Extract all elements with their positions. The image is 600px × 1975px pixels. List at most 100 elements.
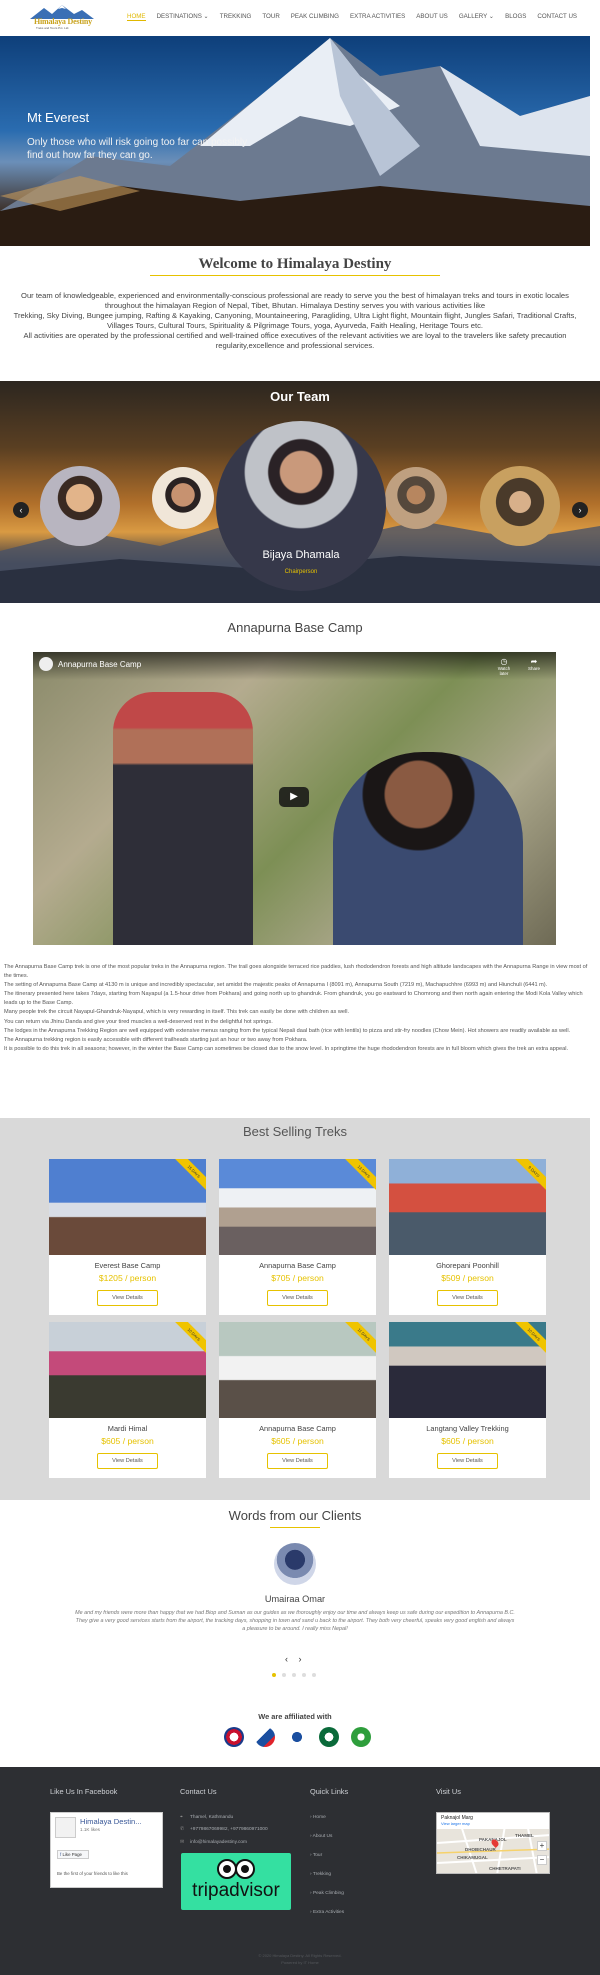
trek-image[interactable]: 13 DAYS	[219, 1159, 376, 1255]
view-details-button[interactable]: View Details	[267, 1453, 328, 1469]
abc-title: Annapurna Base Camp	[227, 620, 363, 635]
play-button[interactable]: ▶	[279, 787, 309, 807]
nav-home[interactable]: HOME	[127, 13, 146, 21]
team-member-photo[interactable]	[480, 466, 560, 546]
quick-link-label: Tour	[312, 1853, 323, 1858]
nav-gallery[interactable]: GALLERY ⌄	[459, 13, 494, 21]
nav-destinations[interactable]: DESTINATIONS ⌄	[157, 13, 209, 21]
map-zoom-out-button[interactable]: −	[537, 1855, 547, 1865]
quick-link-extra-activities[interactable]: › Extra Activities	[310, 1910, 344, 1915]
carousel-dot[interactable]	[282, 1673, 286, 1677]
site-footer: Like Us In Facebook Himalaya Destin... 1…	[0, 1767, 600, 1975]
map-label: DHOBICHAUR	[465, 1847, 496, 1852]
team-prev-button[interactable]: ‹	[13, 502, 29, 518]
channel-avatar[interactable]	[39, 657, 53, 671]
abc-paragraph: You can return via Jhinu Danda and give …	[4, 1018, 273, 1025]
carousel-dot[interactable]	[302, 1673, 306, 1677]
carousel-dot[interactable]	[312, 1673, 316, 1677]
team-member-photo[interactable]	[385, 467, 447, 529]
view-details-button[interactable]: View Details	[267, 1290, 328, 1306]
quick-link-trekking[interactable]: › Trekking	[310, 1872, 331, 1877]
quick-link-peak-climbing[interactable]: › Peak Climbing	[310, 1891, 344, 1896]
team-member-photo[interactable]	[152, 467, 214, 529]
testimonial-prev-button[interactable]: ‹	[285, 1654, 288, 1664]
nav-about-us[interactable]: ABOUT US	[416, 13, 448, 21]
carousel-dot[interactable]	[292, 1673, 296, 1677]
facebook-like-label: Like Page	[62, 1852, 82, 1857]
share-icon: ➦	[530, 657, 538, 666]
view-details-button[interactable]: View Details	[97, 1453, 158, 1469]
hero-title: Mt Everest	[27, 110, 90, 125]
abc-paragraph: The Annapurna Base Camp trek is one of t…	[4, 964, 588, 980]
facebook-like-button[interactable]: f Like Page	[57, 1850, 89, 1859]
team-member-photo-featured[interactable]	[216, 421, 386, 591]
welcome-paragraph: All activities are operated by the profe…	[23, 331, 567, 350]
quick-link-tour[interactable]: › Tour	[310, 1853, 322, 1858]
share-button[interactable]: ➦ Share	[523, 657, 545, 671]
team-member-name: Bijaya Dhamala	[262, 549, 340, 561]
map-label: CHIKAMUGAL	[457, 1855, 488, 1860]
quick-link-home[interactable]: › Home	[310, 1815, 326, 1820]
trek-image[interactable]: 15 DAYS	[49, 1159, 206, 1255]
days-ribbon: 9 DAYS	[512, 1159, 546, 1194]
quick-link-label: Peak Climbing	[312, 1891, 344, 1896]
map-label: CHHETRAPATI	[489, 1866, 521, 1871]
trek-card[interactable]: 15 DAYS Everest Base Camp $1205 / person…	[49, 1159, 206, 1315]
trek-image[interactable]: 11 DAYS	[219, 1322, 376, 1418]
tripadvisor-badge[interactable]: tripadvisor	[181, 1853, 291, 1910]
trek-name: Langtang Valley Trekking	[426, 1424, 509, 1433]
best-selling-title: Best Selling Treks	[242, 1124, 348, 1139]
client-name: Umairaa Omar	[264, 1594, 326, 1604]
facebook-widget[interactable]: Himalaya Destin... 1.1K likes f Like Pag…	[50, 1812, 163, 1888]
trek-price: $1205 / person	[98, 1273, 157, 1283]
facebook-first-friend-text: Be the first of your friends to like thi…	[57, 1871, 128, 1876]
view-details-button[interactable]: View Details	[437, 1290, 498, 1306]
facebook-page-name[interactable]: Himalaya Destin...	[80, 1817, 142, 1826]
powered-by-text: Powered by IT Home	[281, 1960, 319, 1965]
trek-image[interactable]: 10 DAYS	[49, 1322, 206, 1418]
trek-card[interactable]: 13 DAYS Annapurna Base Camp $705 / perso…	[219, 1159, 376, 1315]
hero-banner: Mt Everest Only those who will risk goin…	[0, 36, 590, 246]
welcome-text: Our team of knowledgeable, experienced a…	[6, 291, 584, 351]
contact-email[interactable]: ✉ info@himalayadestiny.com	[180, 1840, 247, 1845]
nav-trekking[interactable]: TREKKING	[220, 13, 252, 21]
trek-name: Ghorepani Poonhill	[436, 1261, 499, 1270]
trek-card[interactable]: 11 DAYS Annapurna Base Camp $605 / perso…	[219, 1322, 376, 1478]
trek-price: $509 / person	[441, 1273, 494, 1283]
team-member-photo[interactable]	[40, 466, 120, 546]
trek-card[interactable]: 10 DAYS Mardi Himal $605 / person View D…	[49, 1322, 206, 1478]
view-larger-map-link[interactable]: View larger map	[441, 1821, 547, 1826]
abc-paragraph: The setting of Annapurna Base Camp at 41…	[4, 982, 548, 989]
video-player[interactable]: Annapurna Base Camp ◷ Watch later ➦ Shar…	[33, 652, 556, 945]
watch-later-button[interactable]: ◷ Watch later	[493, 657, 515, 676]
nav-blogs[interactable]: BLOGS	[505, 13, 526, 21]
trek-card[interactable]: 9 DAYS Ghorepani Poonhill $509 / person …	[389, 1159, 546, 1315]
trek-image[interactable]: 10 DAYS	[389, 1322, 546, 1418]
nav-extra-activities[interactable]: EXTRA ACTIVITIES	[350, 13, 405, 21]
facebook-page-thumbnail[interactable]	[55, 1817, 76, 1838]
trek-image[interactable]: 9 DAYS	[389, 1159, 546, 1255]
trek-price: $605 / person	[441, 1436, 494, 1446]
testimonial-next-button[interactable]: ›	[299, 1654, 302, 1664]
carousel-dot[interactable]	[272, 1673, 276, 1677]
contact-phone[interactable]: ✆ +9779867069982, +9779860971000	[180, 1827, 268, 1832]
email-text: info@himalayadestiny.com	[190, 1840, 248, 1845]
nav-peak-climbing[interactable]: PEAK CLIMBING	[291, 13, 339, 21]
site-header: Himalaya Destiny Treks and Tours Pvt. Lt…	[0, 0, 600, 36]
nav-tour[interactable]: TOUR	[262, 13, 279, 21]
tripadvisor-owl-icon	[217, 1859, 255, 1879]
map-zoom-in-button[interactable]: +	[537, 1841, 547, 1851]
trek-card[interactable]: 10 DAYS Langtang Valley Trekking $605 / …	[389, 1322, 546, 1478]
video-title[interactable]: Annapurna Base Camp	[58, 660, 141, 669]
ntb-logo	[255, 1727, 275, 1747]
location-map[interactable]: Paknajol MargView larger map PAKANAJOL T…	[436, 1812, 550, 1874]
trek-price: $605 / person	[271, 1436, 324, 1446]
logo[interactable]: Himalaya Destiny Treks and Tours Pvt. Lt…	[30, 5, 94, 31]
view-details-button[interactable]: View Details	[437, 1453, 498, 1469]
quick-link-about[interactable]: › About Us	[310, 1834, 332, 1839]
team-next-button[interactable]: ›	[572, 502, 588, 518]
map-label: THAMEL	[515, 1833, 534, 1838]
nav-contact-us[interactable]: CONTACT US	[537, 13, 577, 21]
abc-paragraph: The lodges in the Annapurna Trekking Reg…	[4, 1027, 571, 1034]
view-details-button[interactable]: View Details	[97, 1290, 158, 1306]
